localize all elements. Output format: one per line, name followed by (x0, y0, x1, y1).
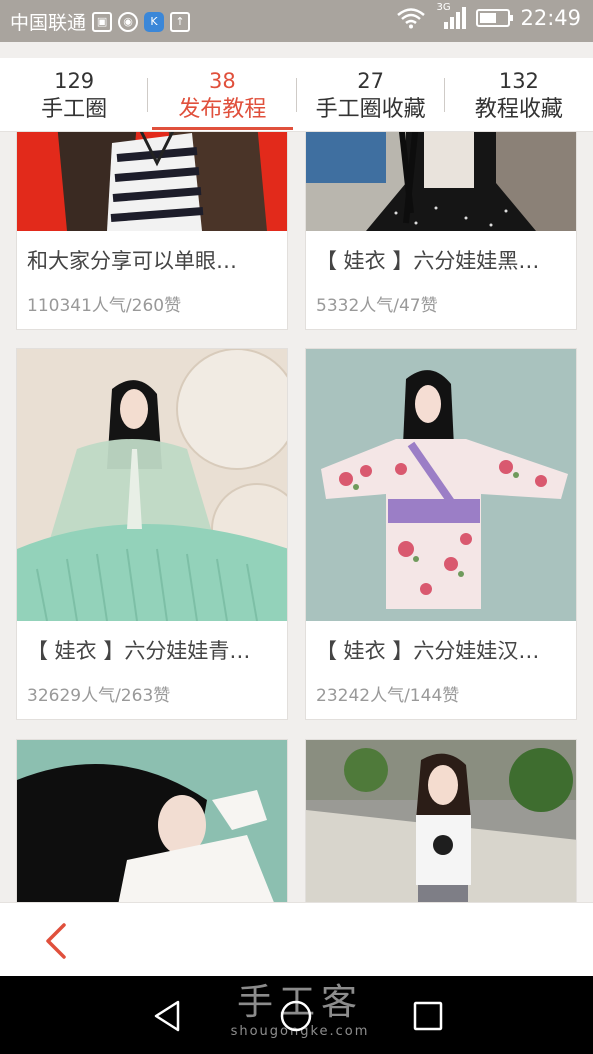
tutorial-thumbnail (306, 349, 576, 621)
tab-count: 132 (498, 69, 539, 93)
watermark: 手工客 shougongke.com (200, 982, 400, 1039)
card-stats: 110341人气/260赞 (27, 296, 182, 316)
status-bar: 中国联通 ▣ ◉ K ↑ 3G 22:49 (0, 0, 593, 42)
signal-icon: 3G (436, 2, 467, 30)
tab-count: 27 (357, 69, 384, 93)
nav-recents-icon[interactable] (408, 996, 448, 1036)
tutorial-card[interactable] (16, 739, 288, 902)
carrier-name: 中国联通 (10, 12, 87, 34)
tab-published-tutorials[interactable]: 38 发布教程 (148, 58, 297, 131)
upload-notification-icon: ↑ (170, 11, 191, 32)
system-nav-bar: 手工客 shougongke.com (0, 976, 593, 1054)
tab-count: 38 (209, 69, 236, 93)
card-stats: 23242人气/144赞 (316, 686, 460, 706)
battery-icon (476, 9, 514, 27)
card-stats: 32629人气/263赞 (27, 686, 171, 706)
wifi-icon (397, 8, 426, 29)
tutorial-feed[interactable]: 和大家分享可以单眼… 110341人气/260赞 【 娃衣 】六分娃娃黑… 53… (0, 132, 593, 902)
bottom-toolbar (0, 902, 593, 976)
tutorial-thumbnail (17, 132, 287, 231)
tutorial-thumbnail (306, 132, 576, 231)
screen: 中国联通 ▣ ◉ K ↑ 3G 22:49 129 手工圈 38 发布教程 27… (0, 0, 593, 1054)
tutorial-thumbnail (306, 740, 576, 902)
tab-count: 129 (54, 69, 95, 93)
status-right: 3G 22:49 (396, 2, 581, 30)
card-title: 【 娃衣 】六分娃娃青… (27, 639, 251, 663)
card-title: 和大家分享可以单眼… (27, 249, 237, 273)
tab-label: 手工圈 (41, 97, 108, 122)
tab-label: 手工圈收藏 (315, 97, 426, 122)
tutorial-card[interactable]: 【 娃衣 】六分娃娃汉… 23242人气/144赞 (305, 348, 577, 720)
back-arrow-icon[interactable] (38, 921, 74, 961)
profile-tabs: 129 手工圈 38 发布教程 27 手工圈收藏 132 教程收藏 (0, 58, 593, 132)
tutorial-thumbnail (17, 349, 287, 621)
watermark-logo-text: 手工客 (236, 982, 363, 1023)
card-stats: 5332人气/47赞 (316, 296, 438, 316)
image-notification-icon: ▣ (92, 11, 113, 32)
nav-back-icon[interactable] (148, 996, 188, 1036)
clock: 22:49 (520, 6, 581, 30)
watermark-url: shougongke.com (230, 1024, 370, 1039)
tab-label: 发布教程 (178, 97, 267, 122)
k-app-notification-icon: K (144, 11, 165, 32)
card-title: 【 娃衣 】六分娃娃汉… (316, 639, 540, 663)
app-notification-icon: ◉ (118, 11, 139, 32)
tab-handcraft-circle[interactable]: 129 手工圈 (0, 58, 149, 131)
battery-level-fill (480, 13, 497, 23)
tab-tutorial-favorites[interactable]: 132 教程收藏 (445, 58, 593, 131)
tutorial-card[interactable]: 和大家分享可以单眼… 110341人气/260赞 (16, 132, 288, 330)
tutorial-card[interactable]: 【 娃衣 】六分娃娃黑… 5332人气/47赞 (305, 132, 577, 330)
tutorial-card[interactable] (305, 739, 577, 902)
status-left: 中国联通 ▣ ◉ K ↑ (10, 8, 191, 35)
tab-label: 教程收藏 (474, 97, 563, 122)
tutorial-thumbnail (17, 740, 287, 902)
card-title: 【 娃衣 】六分娃娃黑… (316, 249, 540, 273)
tab-circle-favorites[interactable]: 27 手工圈收藏 (297, 58, 445, 131)
tutorial-card[interactable]: 【 娃衣 】六分娃娃青… 32629人气/263赞 (16, 348, 288, 720)
